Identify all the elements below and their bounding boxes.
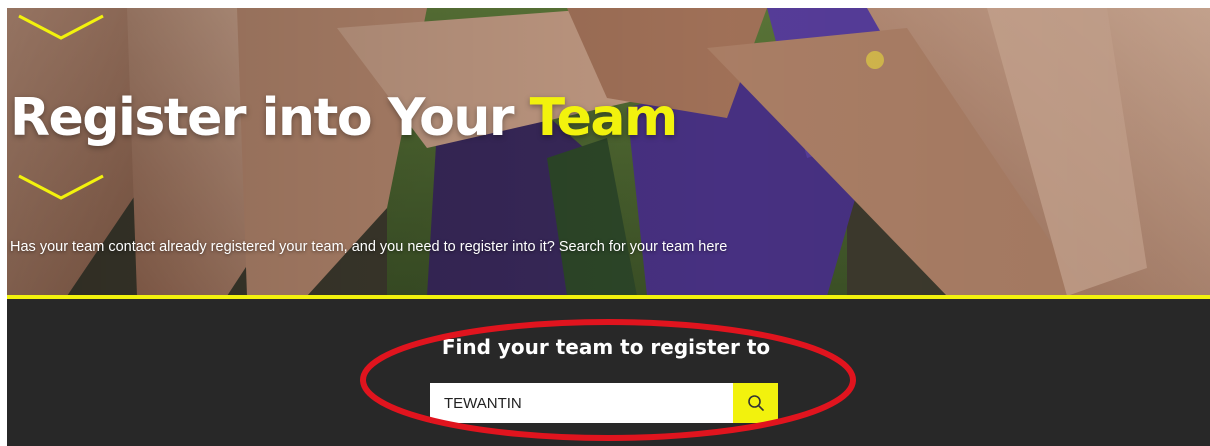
chevron-down-icon [18,174,104,200]
team-search-panel: Find your team to register to [7,299,1210,446]
search-icon [747,395,764,411]
title-accent: Team [529,88,679,148]
search-heading: Find your team to register to [441,335,771,359]
team-search-input[interactable] [430,383,733,423]
title-main: Register into Your [10,88,530,148]
chevron-down-icon [18,14,104,40]
page: Register into Your Team Has your team co… [0,0,1210,446]
team-search-box [430,383,778,423]
page-title: Register into Your Team [10,88,679,148]
search-button[interactable] [733,383,778,423]
hero-banner: Register into Your Team Has your team co… [7,8,1210,296]
hero-description: Has your team contact already registered… [10,239,728,255]
